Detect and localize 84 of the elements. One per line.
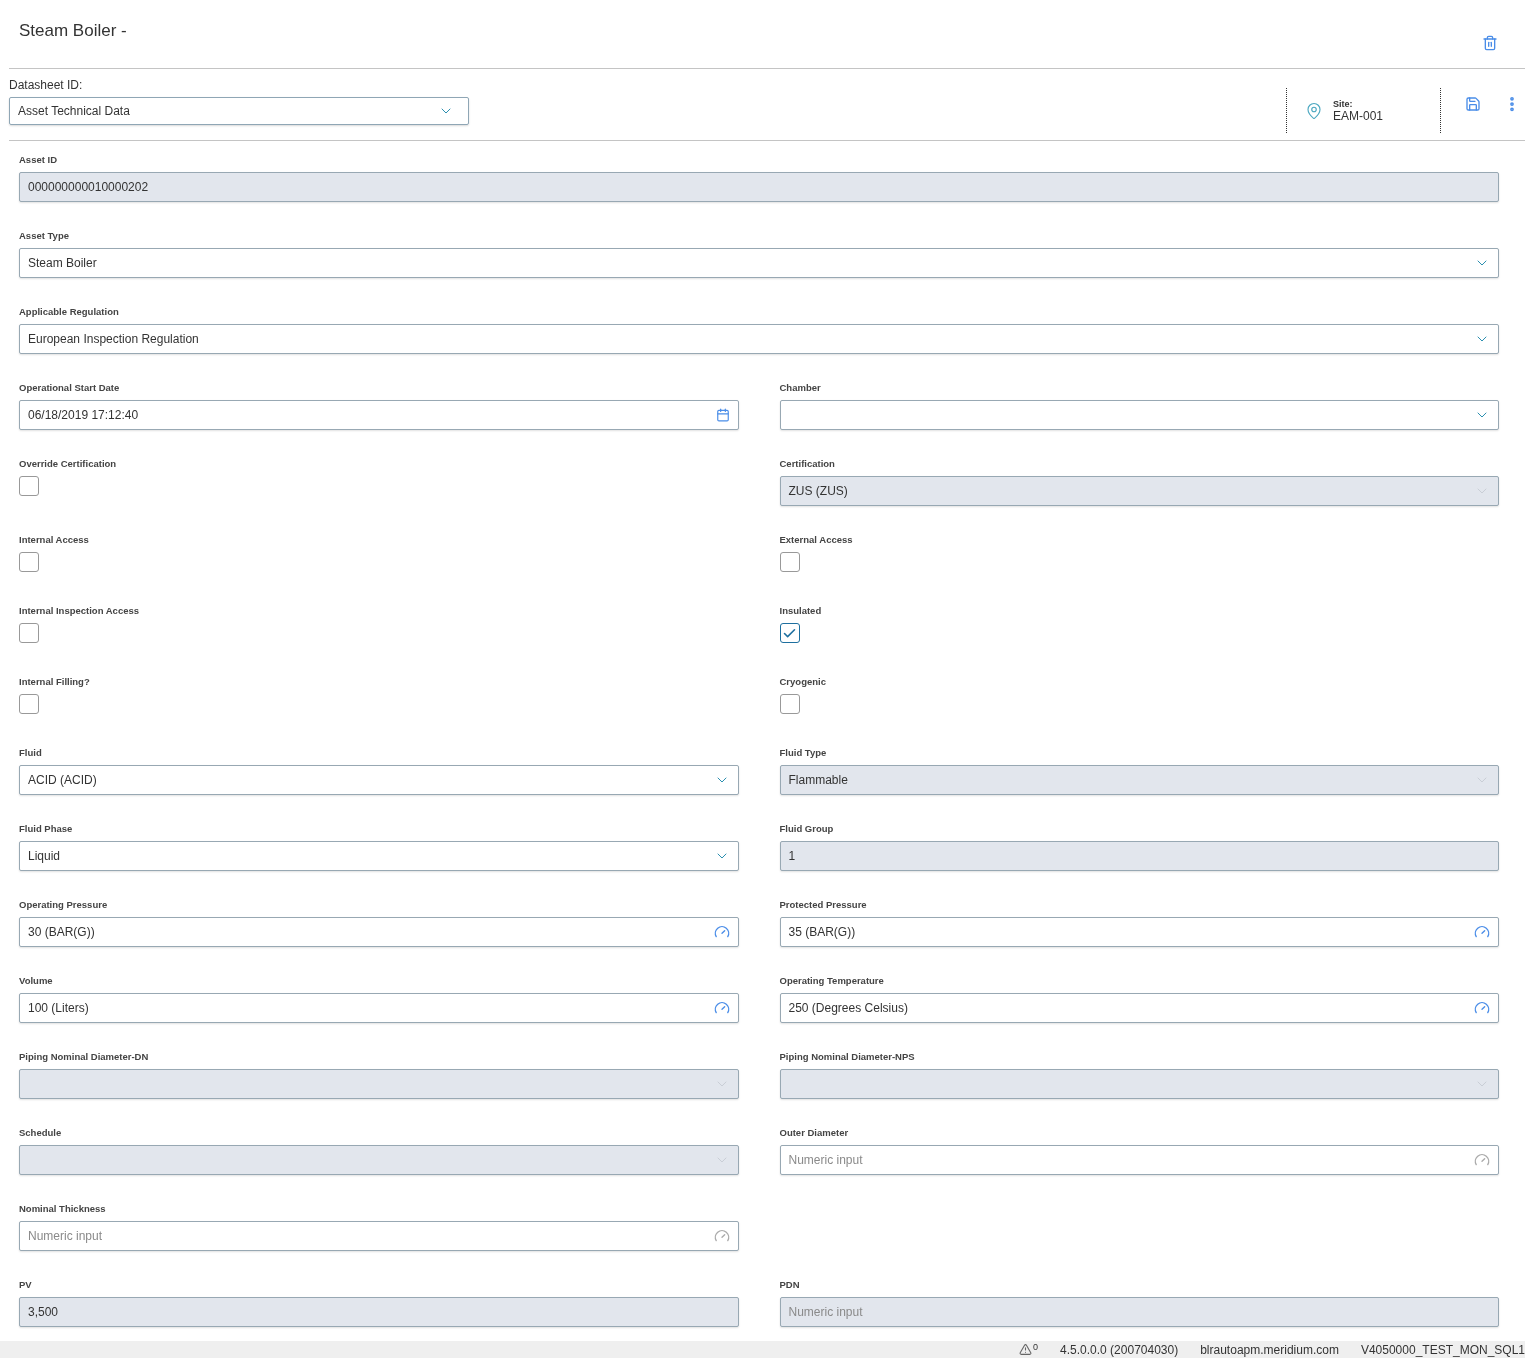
field-label: Piping Nominal Diameter-NPS bbox=[779, 1050, 916, 1063]
numeric-field[interactable]: 30 (BAR(G)) bbox=[19, 917, 739, 947]
field-label: Applicable Regulation bbox=[19, 305, 120, 318]
datasheet-dropdown[interactable]: Asset Technical Data bbox=[9, 97, 469, 125]
field-label: Operational Start Date bbox=[19, 381, 121, 394]
gauge-icon bbox=[713, 924, 730, 940]
gauge-icon bbox=[1474, 1000, 1490, 1016]
numeric-field[interactable]: Numeric input bbox=[779, 1145, 1499, 1175]
checkbox[interactable] bbox=[779, 623, 800, 643]
delete-icon[interactable] bbox=[1482, 34, 1498, 52]
numeric-field[interactable]: 250 (Degrees Celsius) bbox=[779, 993, 1499, 1023]
dropdown-field[interactable]: ACID (ACID) bbox=[19, 765, 739, 795]
field-value: ACID (ACID) bbox=[28, 773, 97, 787]
field-label: Override Certification bbox=[19, 457, 118, 470]
numeric-field[interactable]: Numeric input bbox=[19, 1221, 739, 1251]
field-label: Chamber bbox=[779, 381, 822, 394]
field-label: Cryogenic bbox=[779, 675, 827, 688]
gauge-icon bbox=[1474, 924, 1490, 940]
dropdown-field[interactable] bbox=[779, 400, 1499, 430]
field-label: Insulated bbox=[779, 604, 823, 617]
checkbox[interactable] bbox=[779, 552, 800, 572]
warning-icon bbox=[1019, 1343, 1033, 1356]
checkbox[interactable] bbox=[779, 694, 800, 714]
field-value: ZUS (ZUS) bbox=[788, 484, 848, 498]
dropdown-field[interactable]: European Inspection Regulation bbox=[19, 324, 1499, 354]
field-value: 1 bbox=[788, 849, 796, 863]
field-label: Outer Diameter bbox=[779, 1126, 850, 1139]
field-label: Asset Type bbox=[19, 229, 70, 242]
numeric-field[interactable]: 35 (BAR(G)) bbox=[779, 917, 1499, 947]
field-label: Schedule bbox=[19, 1126, 63, 1139]
gauge-icon bbox=[713, 1000, 730, 1016]
database-text: V4050000_TEST_MON_SQL1 bbox=[1360, 1342, 1525, 1357]
field-label: Operating Temperature bbox=[779, 974, 885, 987]
field-value: Steam Boiler bbox=[28, 256, 97, 270]
field-value: 3,500 bbox=[28, 1305, 59, 1319]
field-label: Fluid Phase bbox=[19, 822, 74, 835]
host-text: blrautoapm.meridium.com bbox=[1200, 1342, 1339, 1357]
placeholder-text: Numeric input bbox=[28, 1229, 103, 1243]
warning-count: 0 bbox=[1033, 1343, 1039, 1352]
dropdown-field[interactable]: Liquid bbox=[19, 841, 739, 871]
gauge-icon bbox=[1474, 1152, 1490, 1168]
numeric-field[interactable]: 100 (Liters) bbox=[19, 993, 739, 1023]
field-label: Piping Nominal Diameter-DN bbox=[19, 1050, 150, 1063]
page-title: Steam Boiler - bbox=[19, 20, 127, 42]
gauge-icon bbox=[713, 1228, 730, 1244]
field-value: Flammable bbox=[788, 773, 848, 787]
site-value: EAM-001 bbox=[1333, 108, 1384, 123]
field-label: External Access bbox=[779, 533, 854, 546]
placeholder-text: Numeric input bbox=[788, 1153, 863, 1167]
map-pin-icon bbox=[1305, 101, 1323, 120]
field-value: 100 (Liters) bbox=[28, 1001, 89, 1015]
save-icon[interactable] bbox=[1465, 95, 1481, 112]
version-text: 4.5.0.0.0 (200704030) bbox=[1060, 1342, 1179, 1357]
checkbox[interactable] bbox=[19, 623, 39, 643]
site-label: Site: bbox=[1333, 98, 1354, 109]
checkbox[interactable] bbox=[19, 552, 39, 572]
field-label: Internal Access bbox=[19, 533, 90, 546]
field-label: Certification bbox=[779, 457, 836, 470]
field-value: 06/18/2019 17:12:40 bbox=[28, 408, 139, 422]
calendar-icon bbox=[715, 408, 730, 422]
field-label: PDN bbox=[779, 1278, 801, 1291]
placeholder-text: Numeric input bbox=[788, 1305, 863, 1319]
field-label: Internal Filling? bbox=[19, 675, 91, 688]
field-label: Nominal Thickness bbox=[19, 1202, 107, 1215]
field-value: 35 (BAR(G)) bbox=[788, 925, 856, 939]
date-field[interactable]: 06/18/2019 17:12:40 bbox=[19, 400, 739, 430]
datasheet-label: Datasheet ID: bbox=[9, 78, 84, 93]
checkbox[interactable] bbox=[19, 694, 39, 714]
field-label: Fluid Group bbox=[779, 822, 835, 835]
field-label: Volume bbox=[19, 974, 54, 987]
field-value: Liquid bbox=[28, 849, 61, 863]
checkbox[interactable] bbox=[19, 476, 39, 496]
field-label: Asset ID bbox=[19, 153, 58, 166]
field-label: Internal Inspection Access bbox=[19, 604, 141, 617]
field-label: Protected Pressure bbox=[779, 898, 868, 911]
field-label: Operating Pressure bbox=[19, 898, 109, 911]
dropdown-field[interactable]: Steam Boiler bbox=[19, 248, 1499, 278]
field-label: Fluid bbox=[19, 746, 43, 759]
field-label: Fluid Type bbox=[779, 746, 828, 759]
field-value: 250 (Degrees Celsius) bbox=[788, 1001, 908, 1015]
field-value: 000000000010000202 bbox=[28, 180, 149, 194]
field-value: European Inspection Regulation bbox=[28, 332, 199, 346]
field-value: 30 (BAR(G)) bbox=[28, 925, 95, 939]
field-label: PV bbox=[19, 1278, 33, 1291]
